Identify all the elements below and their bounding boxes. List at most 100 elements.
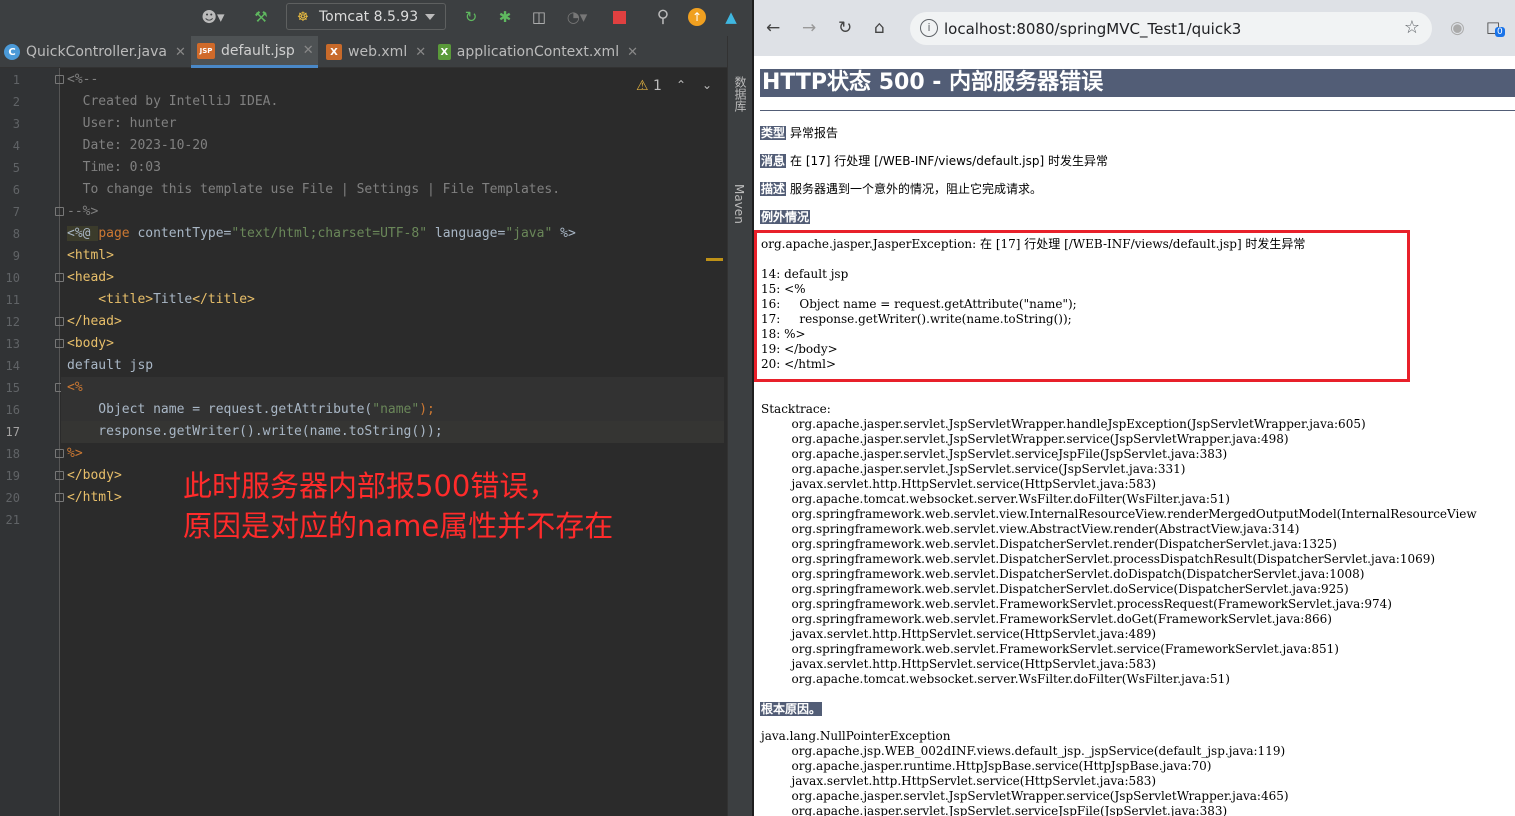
code-line-10[interactable]: <head> <box>67 267 114 289</box>
code-line-1[interactable]: <%-- <box>67 69 98 91</box>
fold-marker-icon[interactable] <box>55 207 64 216</box>
line-number: 3 <box>12 117 20 131</box>
description-label: 描述 <box>760 182 787 196</box>
warning-icon: ⚠ <box>636 78 649 94</box>
annotation-line-1: 此时服务器内部报500错误， <box>183 469 558 503</box>
exception-label: 例外情况 <box>760 210 811 224</box>
code-line-5[interactable]: Time: 0:03 <box>67 157 161 179</box>
extensions-menu-icon[interactable]: □ 0 <box>1486 18 1505 37</box>
code-line-14[interactable]: default jsp <box>67 355 153 377</box>
forward-icon[interactable]: → <box>802 18 816 38</box>
line-number: 21 <box>5 513 20 527</box>
code-line-15[interactable]: <% <box>67 377 83 399</box>
fold-marker-icon[interactable] <box>55 317 64 326</box>
stmt-getattribute: Object name = request.getAttribute( <box>67 402 373 417</box>
toolbox-icon[interactable]: ▲ <box>720 6 742 28</box>
close-icon[interactable]: ✕ <box>415 45 426 60</box>
stacktrace-text[interactable]: Stacktrace: org.apache.jasper.servlet.Js… <box>761 402 1477 687</box>
exception-heading: 例外情况 <box>760 208 814 225</box>
message-label: 消息 <box>760 154 787 168</box>
close-icon[interactable]: ✕ <box>303 43 314 58</box>
address-bar[interactable]: i localhost:8080/springMVC_Test1/quick3 … <box>910 12 1432 45</box>
maven-tool-label[interactable]: Maven <box>732 184 746 224</box>
back-icon[interactable]: ← <box>766 18 780 38</box>
code-line-12[interactable]: </head> <box>67 311 122 333</box>
fold-marker-icon[interactable] <box>55 339 64 348</box>
spring-xml-file-icon: X <box>438 44 451 60</box>
str-contenttype: "text/html;charset=UTF-8" <box>231 226 428 241</box>
close-icon[interactable]: ✕ <box>175 45 186 60</box>
right-tool-strip: 数据库 Maven <box>727 36 752 816</box>
code-line-16[interactable]: Object name = request.getAttribute("name… <box>67 399 435 421</box>
code-line-17[interactable]: response.getWriter().write(name.toString… <box>67 421 442 443</box>
home-icon[interactable]: ⌂ <box>874 18 885 38</box>
fold-marker-icon[interactable] <box>55 75 64 84</box>
profile-icon[interactable]: ◔▾ <box>560 6 594 28</box>
code-line-4[interactable]: Date: 2023-10-20 <box>67 135 208 157</box>
ide-window: ☻▾ ⚒ ☸ Tomcat 8.5.93 ↻ ✱ ◫ ◔▾ ⚲ ↑ ▲ C Qu… <box>0 0 752 816</box>
tab-label: applicationContext.xml <box>456 44 620 60</box>
inspection-warning[interactable]: ⚠ 1 <box>636 78 662 94</box>
code-line-13[interactable]: <body> <box>67 333 114 355</box>
tab-default-jsp[interactable]: JSP default.jsp ✕ <box>191 36 318 68</box>
close-icon[interactable]: ✕ <box>627 45 638 60</box>
directive-close: %> <box>552 226 576 241</box>
search-icon[interactable]: ⚲ <box>652 6 674 28</box>
database-tool-label[interactable]: 数据库 <box>732 76 749 112</box>
debug-bug-icon[interactable]: ✱ <box>494 6 516 28</box>
line-number: 16 <box>5 403 20 417</box>
tab-quickcontroller[interactable]: C QuickController.java ✕ <box>4 36 189 68</box>
code-line-7[interactable]: --%> <box>67 201 98 223</box>
line-number: 6 <box>12 183 20 197</box>
fold-marker-icon[interactable] <box>55 471 64 480</box>
code-line-18[interactable]: %> <box>67 443 83 465</box>
run-config-dropdown[interactable]: ☸ Tomcat 8.5.93 <box>286 3 446 30</box>
root-cause-text[interactable]: java.lang.NullPointerException org.apach… <box>761 729 1289 816</box>
code-line-19[interactable]: </body> <box>67 465 122 487</box>
line-number: 7 <box>12 205 20 219</box>
code-line-11[interactable]: <title>Title</title> <box>67 289 255 311</box>
code-line-8[interactable]: <%@ page contentType="text/html;charset=… <box>67 223 576 245</box>
fold-marker-icon[interactable] <box>55 273 64 282</box>
fold-marker-icon[interactable] <box>55 449 64 458</box>
next-highlight-icon[interactable]: ⌄ <box>702 78 712 92</box>
code-line-3[interactable]: User: hunter <box>67 113 177 135</box>
message-row: 消息在 [17] 行处理 [/WEB-INF/views/default.jsp… <box>760 152 1108 169</box>
user-icon[interactable]: ☻▾ <box>196 6 230 28</box>
url-text: localhost:8080/springMVC_Test1/quick3 <box>944 19 1242 38</box>
editor-tabs: C QuickController.java ✕ JSP default.jsp… <box>0 36 727 68</box>
description-row: 描述 服务器遇到一个意外的情况，阻止它完成请求。 <box>760 180 1042 197</box>
line-number: 8 <box>12 227 20 241</box>
reload-icon[interactable]: ↻ <box>838 18 852 38</box>
bookmark-star-icon[interactable]: ☆ <box>1404 17 1420 38</box>
root-cause-heading: 根本原因。 <box>760 700 826 717</box>
extension-badge: 0 <box>1495 27 1505 37</box>
build-hammer-icon[interactable]: ⚒ <box>250 6 272 28</box>
fold-marker-icon[interactable] <box>55 493 64 502</box>
highlight-box <box>754 230 1410 382</box>
tab-web-xml[interactable]: X web.xml ✕ <box>326 36 430 68</box>
code-line-9[interactable]: <html> <box>67 245 114 267</box>
rerun-icon[interactable]: ↻ <box>460 6 482 28</box>
line-number: 2 <box>12 95 20 109</box>
code-line-20[interactable]: </html> <box>67 487 122 509</box>
str-name: "name" <box>372 402 420 417</box>
coverage-icon[interactable]: ◫ <box>528 6 550 28</box>
line-number: 14 <box>5 359 20 373</box>
code-line-2[interactable]: Created by IntelliJ IDEA. <box>67 91 279 113</box>
tag-title-close: </title> <box>192 292 255 307</box>
tab-applicationcontext-xml[interactable]: X applicationContext.xml ✕ <box>438 36 638 68</box>
line-number: 13 <box>5 337 20 351</box>
jsp-file-icon: JSP <box>197 42 215 59</box>
error-page: HTTP状态 500 - 内部服务器错误 类型 异常报告 消息在 [17] 行处理… <box>754 56 1515 816</box>
stop-icon[interactable] <box>610 6 628 28</box>
title-rule <box>760 110 1515 111</box>
extension-icon[interactable]: ◉ <box>1450 18 1465 38</box>
prev-highlight-icon[interactable]: ⌃ <box>676 78 686 92</box>
warning-stripe-marker[interactable] <box>706 258 723 261</box>
update-icon[interactable]: ↑ <box>686 6 708 28</box>
code-line-6[interactable]: To change this template use File | Setti… <box>67 179 560 201</box>
line-number: 10 <box>5 271 20 285</box>
info-icon[interactable]: i <box>920 19 938 37</box>
tab-label: web.xml <box>348 44 408 60</box>
